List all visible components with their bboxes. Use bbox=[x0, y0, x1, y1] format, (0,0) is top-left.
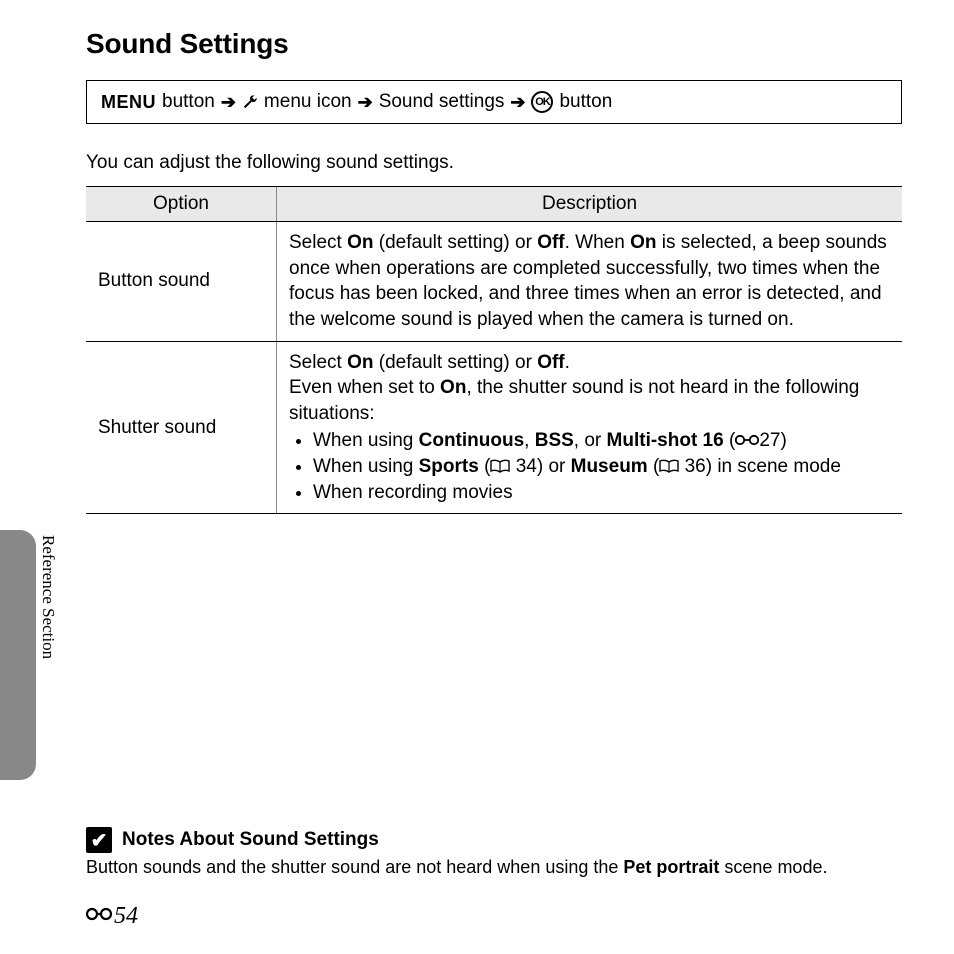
book-icon bbox=[490, 456, 510, 477]
side-thumb-tab bbox=[0, 530, 36, 780]
table-row: Button sound Select On (default setting)… bbox=[86, 222, 902, 342]
arrow-right-icon: ➔ bbox=[221, 92, 236, 113]
checkmark-badge-icon: ✔ bbox=[86, 827, 112, 853]
page-number: 54 bbox=[114, 903, 138, 930]
ok-button-icon: OK bbox=[531, 91, 553, 113]
option-cell: Button sound bbox=[86, 222, 277, 342]
menu-label: MENU bbox=[101, 92, 156, 113]
notes-heading: Notes About Sound Settings bbox=[122, 829, 379, 851]
nav-text: Sound settings bbox=[379, 91, 505, 113]
list-item: When using Continuous, BSS, or Multi-sho… bbox=[313, 428, 890, 454]
th-option: Option bbox=[86, 187, 277, 222]
breadcrumb-box: MENU button ➔ menu icon ➔ Sound settings… bbox=[86, 80, 902, 124]
notes-block: ✔ Notes About Sound Settings Button soun… bbox=[86, 827, 902, 878]
section-label: Reference Section bbox=[38, 535, 58, 659]
page-footer: 54 bbox=[86, 903, 138, 930]
reference-link-icon bbox=[86, 903, 112, 930]
th-description: Description bbox=[277, 187, 903, 222]
wrench-icon bbox=[242, 91, 258, 113]
arrow-right-icon: ➔ bbox=[358, 92, 373, 113]
notes-body: Button sounds and the shutter sound are … bbox=[86, 857, 902, 878]
arrow-right-icon: ➔ bbox=[510, 92, 525, 113]
description-cell: Select On (default setting) or Off. Even… bbox=[277, 341, 903, 514]
nav-text: button bbox=[162, 91, 215, 113]
list-item: When recording movies bbox=[313, 480, 890, 506]
list-item: When using Sports ( 34) or Museum ( 36) … bbox=[313, 454, 890, 480]
option-cell: Shutter sound bbox=[86, 341, 277, 514]
nav-text: button bbox=[559, 91, 612, 113]
description-cell: Select On (default setting) or Off. When… bbox=[277, 222, 903, 342]
intro-text: You can adjust the following sound setti… bbox=[86, 152, 902, 174]
book-icon bbox=[659, 456, 679, 477]
reference-link-icon bbox=[735, 430, 759, 451]
nav-text: menu icon bbox=[264, 91, 352, 113]
options-table: Option Description Button sound Select O… bbox=[86, 186, 902, 514]
table-row: Shutter sound Select On (default setting… bbox=[86, 341, 902, 514]
page-title: Sound Settings bbox=[86, 28, 902, 60]
